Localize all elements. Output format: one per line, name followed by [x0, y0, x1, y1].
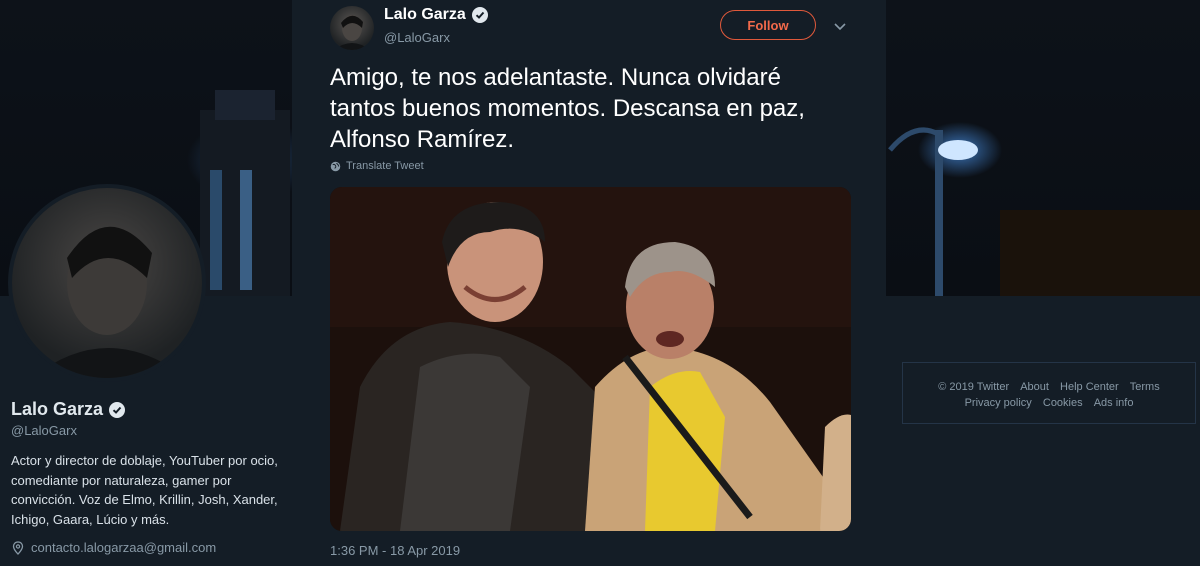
tweet-text: Amigo, te nos adelantaste. Nunca olvidar…	[330, 64, 805, 153]
tweet-author-avatar[interactable]	[330, 6, 374, 50]
tweet-author-name[interactable]: Lalo Garza	[384, 6, 466, 24]
verified-icon	[471, 7, 488, 23]
profile-name[interactable]: Lalo Garza	[11, 399, 103, 420]
verified-icon	[109, 401, 126, 418]
tweet-modal: Lalo Garza @LaloGarx Follow Amigo, te no…	[292, 0, 886, 566]
footer-help-link[interactable]: Help Center	[1060, 381, 1119, 393]
chevron-down-icon[interactable]	[832, 18, 848, 34]
translate-tweet-link[interactable]: Translate Tweet	[330, 160, 424, 172]
profile-name-row: Lalo Garza	[11, 399, 126, 420]
globe-icon	[330, 161, 341, 171]
translate-tweet-label[interactable]: Translate Tweet	[346, 160, 424, 172]
follow-button[interactable]: Follow	[720, 10, 816, 40]
tweet-photo-image	[330, 187, 851, 531]
footer-terms-link[interactable]: Terms	[1130, 381, 1160, 393]
tweet-photo[interactable]	[330, 187, 851, 531]
tweet-timestamp[interactable]: 1:36 PM - 18 Apr 2019	[330, 543, 460, 558]
tweet-avatar-image	[334, 15, 370, 50]
contact-email[interactable]: contacto.lalogarzaa@gmail.com	[31, 540, 216, 555]
tweet-author-row: Lalo Garza	[384, 6, 488, 24]
profile-contact: contacto.lalogarzaa@gmail.com	[11, 540, 216, 555]
footer-ads-link[interactable]: Ads info	[1094, 397, 1134, 409]
tweet-author-handle[interactable]: @LaloGarx	[384, 30, 450, 45]
profile-bio: Actor y director de doblaje, YouTuber po…	[11, 453, 278, 527]
footer-about-link[interactable]: About	[1020, 381, 1049, 393]
profile-avatar[interactable]	[8, 184, 206, 382]
footer-cookies-link[interactable]: Cookies	[1043, 397, 1083, 409]
avatar-image	[32, 226, 187, 378]
location-icon	[12, 540, 24, 555]
footer-copyright: © 2019 Twitter	[938, 381, 1010, 393]
footer-links: © 2019 Twitter About Help Center Terms P…	[902, 362, 1196, 424]
profile-handle[interactable]: @LaloGarx	[11, 423, 77, 438]
footer-privacy-link[interactable]: Privacy policy	[965, 397, 1032, 409]
